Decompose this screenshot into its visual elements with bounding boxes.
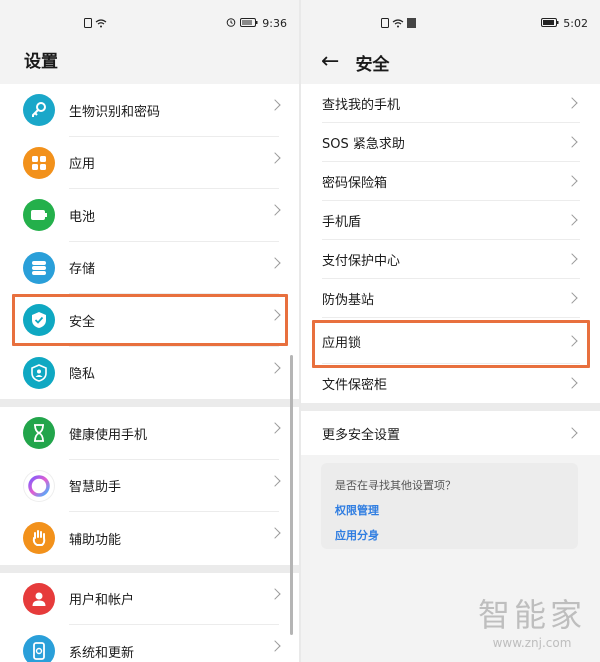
battery-icon [23,199,55,232]
settings-panel: 9:36 设置 生物识别和密码 应用电池存储安全隐私健康使用手机 智慧助手辅助功能用… [0,0,299,662]
security-list: 查找我的手机 SOS 紧急求助 密码保险箱手机盾支付保护中心 防伪基站应用锁文件保密柜 [301,84,600,403]
settings-item-label: 系统和更新 [69,645,135,661]
chevron-right-icon [566,377,578,389]
page-title: 设置 [24,52,58,72]
user-icon [23,582,55,615]
hourglass-icon [23,417,55,450]
security-item-label: 密码保险箱 [322,176,388,191]
watermark-brand: 智能家 [477,596,586,634]
settings-item-label: 健康使用手机 [69,427,148,443]
wifi-icon [95,18,107,31]
assistant-ring-icon [23,469,55,502]
sim-icon [84,18,92,31]
security-item-label: 手机盾 [322,215,362,230]
security-item-label: 文件保密柜 [322,378,388,393]
chevron-right-icon [566,214,578,226]
settings-group: 生物识别和密码 应用电池存储安全隐私 [0,84,299,399]
privacy-icon [23,356,55,389]
settings-group: 健康使用手机 智慧助手辅助功能 [0,407,299,565]
security-item[interactable]: 应用锁 [301,318,600,364]
status-time: 5:02 [563,17,588,30]
back-arrow-icon[interactable]: ← [321,51,339,73]
chevron-right-icon [566,253,578,265]
chevron-right-icon [566,427,578,439]
settings-item-label: 电池 [69,209,96,225]
settings-item-label: 智慧助手 [69,480,122,496]
chevron-right-icon [566,97,578,109]
more-settings-card: 更多安全设置 [301,411,600,455]
shield-check-icon [23,304,55,337]
battery-status-icon [240,17,258,30]
link-permission-management[interactable]: 权限管理 [335,502,578,518]
settings-item[interactable]: 安全 [0,294,299,347]
security-item[interactable]: SOS 紧急求助 [301,123,600,162]
apps-grid-icon [23,146,55,179]
settings-item-label: 应用 [69,157,96,173]
settings-item[interactable]: 生物识别和密码 [0,84,299,137]
settings-list: 生物识别和密码 应用电池存储安全隐私健康使用手机 智慧助手辅助功能用户和帐户系统和更… [0,84,299,662]
settings-group: 用户和帐户系统和更新 [0,572,299,662]
sim-icon [381,18,389,31]
nav-bar: ← 安全 [301,40,600,84]
security-item[interactable]: 文件保密柜 [301,364,600,403]
status-bar: 5:02 [301,0,600,40]
settings-item[interactable]: 电池 [0,189,299,242]
watermark-logo: 智能家 www.znj.com [478,590,586,650]
security-item[interactable]: 查找我的手机 [301,84,600,123]
settings-item[interactable]: 用户和帐户 [0,573,299,625]
scrollbar[interactable] [290,355,293,635]
hand-icon [23,522,55,555]
chevron-right-icon [566,175,578,187]
settings-item[interactable]: 健康使用手机 [0,407,299,460]
chevron-right-icon [566,136,578,148]
more-security-label: 更多安全设置 [322,427,401,443]
security-item-label: 查找我的手机 [322,98,401,113]
status-time: 9:36 [262,17,287,30]
security-item[interactable]: 手机盾 [301,201,600,240]
key-icon [23,94,55,127]
settings-item[interactable]: 辅助功能 [0,512,299,565]
phone-update-icon [23,635,55,662]
more-security-settings[interactable]: 更多安全设置 [301,411,600,455]
page-title: 安全 [355,54,390,75]
section-divider [301,403,600,411]
storage-icon [23,251,55,284]
suggestion-card: 是否在寻找其他设置项？ 权限管理 应用分身 [321,463,578,549]
settings-item-label: 安全 [69,314,96,330]
security-item[interactable]: 密码保险箱 [301,162,600,201]
settings-item-label: 隐私 [69,367,96,383]
chevron-right-icon [566,292,578,304]
chevron-right-icon [566,335,578,347]
settings-item-label: 用户和帐户 [69,593,135,609]
settings-item[interactable]: 系统和更新 [0,625,299,662]
battery-status-icon [541,17,559,30]
settings-item-label: 辅助功能 [69,532,122,548]
security-item-label: 支付保护中心 [322,254,401,269]
security-item[interactable]: 防伪基站 [301,279,600,318]
settings-item[interactable]: 智慧助手 [0,460,299,512]
security-item-label: SOS 紧急求助 [322,137,405,152]
settings-item[interactable]: 隐私 [0,347,299,400]
settings-item-label: 生物识别和密码 [69,104,161,120]
section-divider [0,564,299,573]
settings-item[interactable]: 应用 [0,137,299,189]
alarm-icon [226,17,236,30]
watermark-url: www.znj.com [492,636,572,650]
security-item[interactable]: 支付保护中心 [301,240,600,279]
settings-item-label: 存储 [69,262,96,278]
wifi-icon [392,18,404,31]
section-divider [0,399,299,407]
security-item-label: 防伪基站 [322,293,375,308]
suggestion-question: 是否在寻找其他设置项？ [335,479,456,492]
security-panel: 5:02 ← 安全 查找我的手机 SOS 紧急求助 密码保险箱手机盾支付保护中心 防伪… [301,0,600,662]
signal-icon [407,18,416,31]
link-app-twin[interactable]: 应用分身 [335,527,578,543]
status-bar: 9:36 [0,0,299,40]
settings-item[interactable]: 存储 [0,242,299,294]
security-item-label: 应用锁 [322,335,362,351]
